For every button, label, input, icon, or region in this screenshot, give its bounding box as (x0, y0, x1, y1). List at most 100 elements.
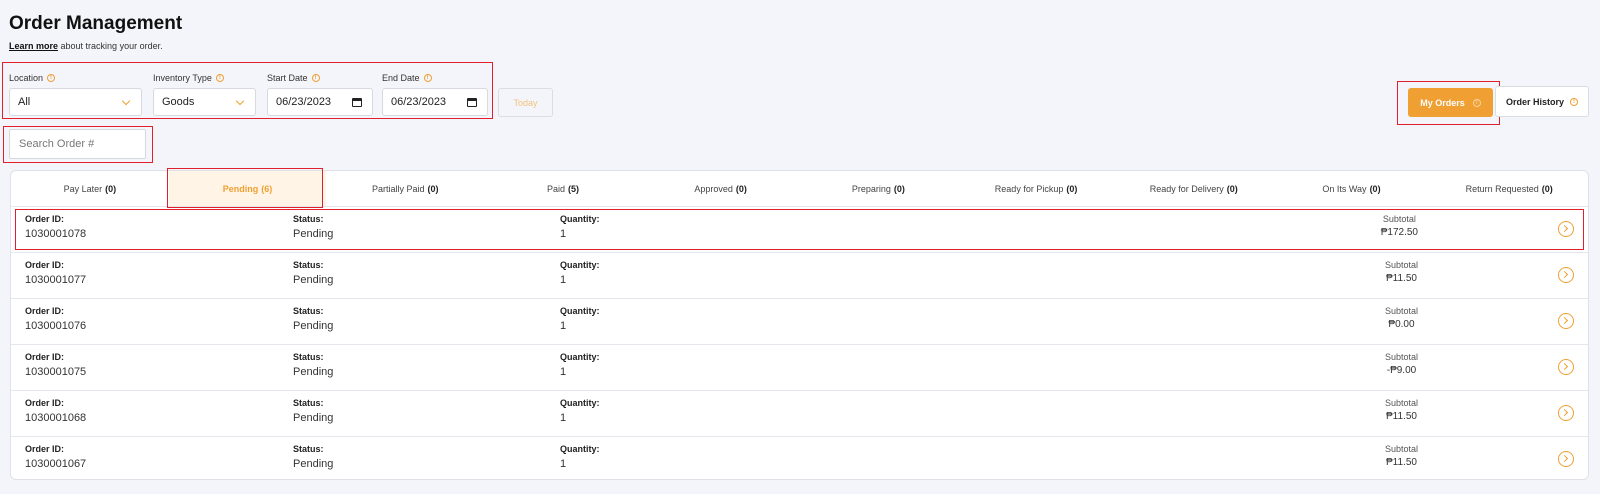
end-date-label: End Date! (382, 73, 432, 83)
chevron-right-circle-icon[interactable] (1558, 313, 1574, 329)
order-id-label: Order ID: (25, 352, 65, 362)
tab-label: Ready for Pickup (994, 183, 1064, 194)
order-id-label: Order ID: (25, 260, 65, 270)
order-id-label: Order ID: (25, 398, 65, 408)
order-row[interactable]: Order ID: 1030001068 Status: Pending Quant… (11, 391, 1588, 437)
order-id: 1030001077 (25, 274, 87, 286)
learn-more-suffix: about tracking your order. (58, 41, 163, 51)
tab-label: Return Requested (1465, 183, 1539, 194)
status-label: Status: (293, 306, 324, 316)
tab-ready-for-pickup[interactable]: Ready for Pickup (0) (957, 171, 1115, 206)
tab-count: (0) (893, 183, 905, 194)
inventory-type-label: Inventory Type! (153, 73, 224, 83)
order-quantity: 1 (560, 320, 567, 332)
tab-return-requested[interactable]: Return Requested (0) (1430, 171, 1588, 206)
end-date-value: 06/23/2023 (391, 96, 447, 108)
order-quantity: 1 (560, 458, 567, 470)
page-title: Order Management (9, 13, 183, 34)
tab-preparing[interactable]: Preparing (0) (800, 171, 958, 206)
order-subtotal: -₱9.00 (1386, 365, 1417, 376)
order-id: 1030001075 (25, 366, 87, 378)
tab-approved[interactable]: Approved (0) (642, 171, 800, 206)
quantity-label: Quantity: (560, 398, 600, 408)
today-button[interactable]: Today (498, 88, 553, 117)
location-value: All (18, 96, 31, 108)
location-label-text: Location (9, 73, 44, 83)
info-icon: ! (311, 74, 320, 82)
order-id-label: Order ID: (25, 444, 65, 454)
chevron-right-circle-icon[interactable] (1558, 359, 1574, 375)
chevron-right-circle-icon[interactable] (1558, 267, 1574, 283)
tab-label: Preparing (851, 183, 891, 194)
subtotal-label: Subtotal (1384, 260, 1418, 270)
start-date-label: Start Date! (267, 73, 320, 83)
tab-paid[interactable]: Paid (5) (484, 171, 642, 206)
tab-partially-paid[interactable]: Partially Paid (0) (326, 171, 484, 206)
order-status: Pending (293, 320, 334, 332)
order-quantity: 1 (560, 366, 567, 378)
info-icon: ! (215, 74, 224, 82)
order-status: Pending (293, 412, 334, 424)
tab-count: (0) (427, 183, 439, 194)
tab-label: Approved (694, 183, 733, 194)
tab-count: (0) (735, 183, 747, 194)
tab-ready-for-delivery[interactable]: Ready for Delivery (0) (1115, 171, 1273, 206)
order-status: Pending (293, 274, 334, 286)
status-label: Status: (293, 352, 324, 362)
tab-count: (0) (1066, 183, 1078, 194)
info-icon: ! (423, 74, 432, 82)
quantity-label: Quantity: (560, 444, 600, 454)
order-id: 1030001076 (25, 320, 87, 332)
calendar-icon[interactable] (467, 97, 477, 107)
chevron-right-circle-icon[interactable] (1558, 451, 1574, 467)
inventory-type-select[interactable]: Goods (153, 88, 256, 116)
inventory-type-label-text: Inventory Type (153, 73, 212, 83)
order-row[interactable]: Order ID: 1030001077 Status: Pending Quant… (11, 253, 1588, 299)
tab-on-its-way[interactable]: On Its Way (0) (1273, 171, 1431, 206)
my-orders-button[interactable]: My Orders! (1408, 88, 1493, 117)
info-icon: ! (47, 74, 56, 82)
inventory-type-value: Goods (162, 96, 195, 108)
location-select[interactable]: All (9, 88, 142, 116)
tab-label: Pay Later (63, 183, 103, 194)
tab-label: Paid (546, 183, 565, 194)
order-id-label: Order ID: (25, 306, 65, 316)
tab-label: On Its Way (1322, 183, 1367, 194)
quantity-label: Quantity: (560, 352, 600, 362)
tab-pay-later[interactable]: Pay Later (0) (11, 171, 169, 206)
calendar-icon[interactable] (352, 97, 362, 107)
tab-count: (0) (1369, 183, 1381, 194)
order-row[interactable]: Order ID: 1030001067 Status: Pending Quant… (11, 437, 1588, 479)
tab-count: (0) (105, 183, 117, 194)
status-label: Status: (293, 398, 324, 408)
chevron-down-icon (121, 96, 131, 105)
start-date-input[interactable]: 06/23/2023 (267, 88, 373, 116)
end-date-input[interactable]: 06/23/2023 (382, 88, 488, 116)
order-status: Pending (293, 458, 334, 470)
info-icon: ! (1472, 98, 1481, 107)
tab-count: (5) (567, 183, 579, 194)
order-history-label: Order History (1505, 96, 1565, 107)
order-history-button[interactable]: Order History! (1495, 86, 1589, 117)
chevron-right-circle-icon[interactable] (1558, 405, 1574, 421)
pending-tab-highlight (167, 168, 323, 208)
my-orders-label: My Orders (1420, 97, 1465, 108)
search-input[interactable] (9, 129, 146, 159)
subtotal-label: Subtotal (1384, 306, 1418, 316)
learn-more-link[interactable]: Learn more (9, 41, 58, 51)
subtotal-label: Subtotal (1384, 352, 1418, 362)
learn-more-text: Learn more about tracking your order. (9, 41, 163, 51)
subtotal-label: Subtotal (1384, 444, 1418, 454)
first-order-highlight (15, 209, 1584, 250)
end-date-label-text: End Date (382, 73, 420, 83)
tab-label: Ready for Delivery (1149, 183, 1224, 194)
order-subtotal: ₱0.00 (1388, 319, 1415, 330)
order-subtotal: ₱11.50 (1386, 273, 1417, 284)
order-subtotal: ₱11.50 (1386, 411, 1417, 422)
order-quantity: 1 (560, 274, 567, 286)
order-row[interactable]: Order ID: 1030001075 Status: Pending Quant… (11, 345, 1588, 391)
order-row[interactable]: Order ID: 1030001076 Status: Pending Quant… (11, 299, 1588, 345)
chevron-down-icon (235, 96, 245, 105)
order-quantity: 1 (560, 412, 567, 424)
order-id: 1030001068 (25, 412, 87, 424)
